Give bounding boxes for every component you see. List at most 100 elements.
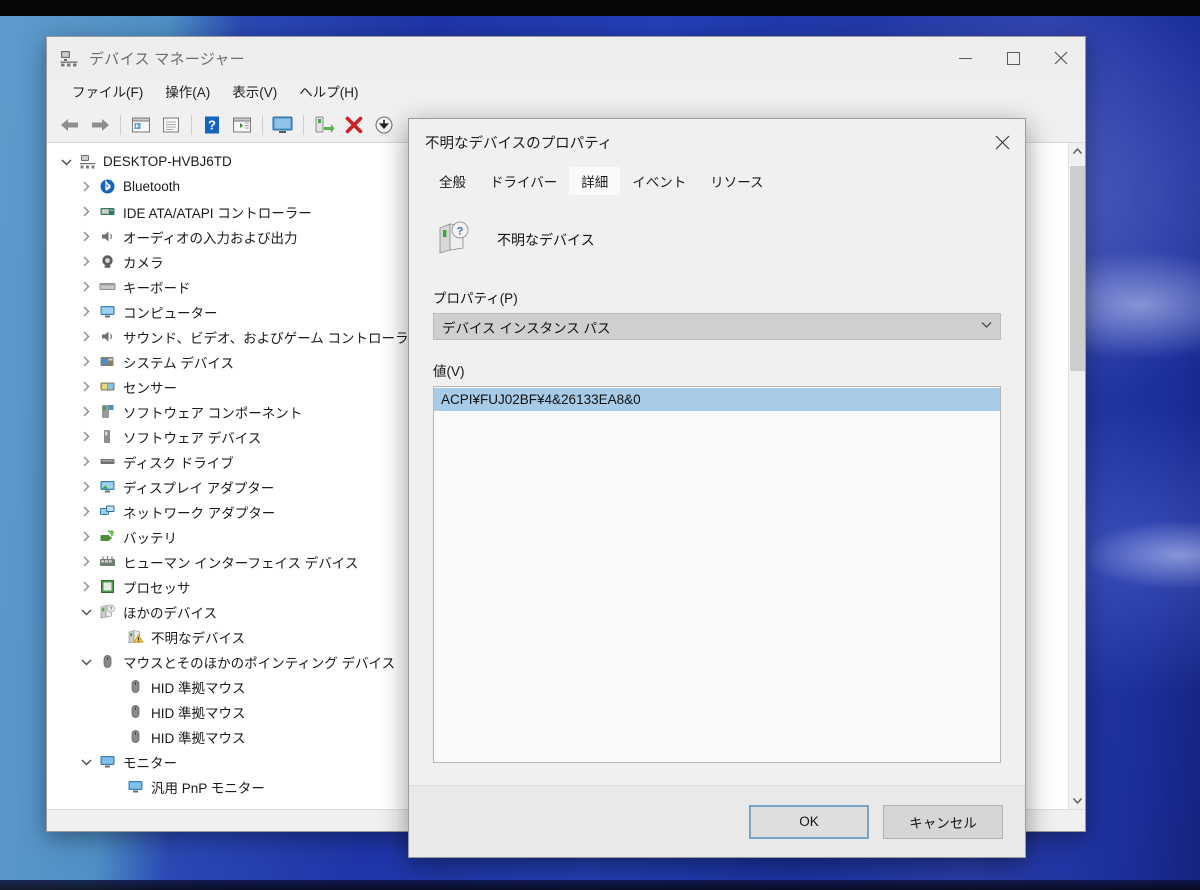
chevron-right-icon[interactable] — [75, 206, 97, 217]
tree-item-label: HID 準拠マウス — [151, 680, 246, 696]
audio-icon — [97, 228, 117, 245]
computer-icon — [97, 303, 117, 320]
help-icon[interactable]: ? — [197, 110, 227, 140]
chevron-right-icon[interactable] — [75, 581, 97, 592]
scroll-up-icon[interactable] — [1069, 143, 1086, 160]
window-title: デバイス マネージャー — [89, 50, 245, 68]
back-arrow-icon[interactable] — [55, 110, 85, 140]
chevron-right-icon[interactable] — [75, 456, 97, 467]
audio-icon — [97, 328, 117, 345]
dialog-titlebar[interactable]: 不明なデバイスのプロパティ — [409, 119, 1025, 165]
monitor-icon — [97, 753, 117, 770]
chevron-down-icon[interactable] — [55, 158, 77, 166]
value-label: 値(V) — [433, 364, 465, 379]
tab-general[interactable]: 全般 — [427, 167, 478, 195]
processor-icon — [97, 578, 117, 595]
system-devices-icon — [97, 353, 117, 370]
uninstall-device-icon[interactable] — [339, 110, 369, 140]
chevron-right-icon[interactable] — [75, 506, 97, 517]
tab-resources[interactable]: リソース — [698, 167, 775, 195]
tree-item-label: HID 準拠マウス — [151, 705, 246, 721]
tree-item-label: ソフトウェア コンポーネント — [123, 405, 303, 421]
mouse-icon — [125, 703, 145, 720]
software-component-icon — [97, 403, 117, 420]
camera-icon — [97, 253, 117, 270]
maximize-button[interactable] — [989, 37, 1037, 79]
chevron-right-icon[interactable] — [75, 256, 97, 267]
scroll-down-icon[interactable] — [1069, 792, 1086, 809]
device-manager-titlebar[interactable]: デバイス マネージャー — [47, 37, 1085, 79]
menu-view[interactable]: 表示(V) — [221, 79, 288, 107]
chevron-right-icon[interactable] — [75, 381, 97, 392]
svg-text:?: ? — [109, 607, 112, 613]
chevron-right-icon[interactable] — [75, 481, 97, 492]
unknown-device-icon: ? — [433, 218, 473, 263]
scan-hardware-changes-icon[interactable] — [369, 110, 399, 140]
chevron-right-icon[interactable] — [75, 231, 97, 242]
forward-arrow-icon[interactable] — [85, 110, 115, 140]
property-label: プロパティ(P) — [433, 291, 518, 306]
monitor-icon — [125, 778, 145, 795]
sensor-icon — [97, 378, 117, 395]
svg-text:?: ? — [457, 225, 464, 237]
chevron-right-icon[interactable] — [75, 356, 97, 367]
scrollbar-thumb[interactable] — [1069, 166, 1085, 371]
device-name: 不明なデバイス — [497, 232, 595, 248]
close-button[interactable] — [1037, 37, 1085, 79]
toolbar-separator — [303, 114, 304, 135]
chevron-down-icon — [981, 321, 992, 332]
unknown-device-warning-icon — [125, 628, 145, 645]
property-select[interactable]: デバイス インスタンス パス — [433, 313, 1001, 340]
value-list-item[interactable]: ACPI¥FUJ02BF¥4&26133EA8&0 — [434, 388, 1000, 411]
tree-item-label: IDE ATA/ATAPI コントローラー — [123, 205, 312, 221]
minimize-button[interactable] — [941, 37, 989, 79]
dialog-button-bar: OK キャンセル — [409, 785, 1025, 857]
menu-file[interactable]: ファイル(F) — [61, 79, 154, 107]
chevron-right-icon[interactable] — [75, 431, 97, 442]
chevron-down-icon[interactable] — [75, 658, 97, 666]
tab-details[interactable]: 詳細 — [569, 167, 621, 195]
tree-item-label: Bluetooth — [123, 179, 181, 194]
value-listbox[interactable]: ACPI¥FUJ02BF¥4&26133EA8&0 — [433, 386, 1001, 763]
dialog-tabstrip: 全般 ドライバー 詳細 イベント リソース — [409, 165, 1025, 195]
chevron-right-icon[interactable] — [75, 331, 97, 342]
dialog-close-button[interactable] — [979, 119, 1025, 165]
chevron-right-icon[interactable] — [75, 406, 97, 417]
tree-item-label: オーディオの入力および出力 — [123, 230, 298, 246]
dialog-title: 不明なデバイスのプロパティ — [425, 135, 613, 152]
chevron-down-icon[interactable] — [75, 758, 97, 766]
tree-scrollbar[interactable] — [1068, 143, 1085, 809]
tab-driver[interactable]: ドライバー — [478, 167, 569, 195]
update-driver-icon[interactable] — [268, 110, 298, 140]
software-device-icon — [97, 428, 117, 445]
scan-list-icon[interactable] — [156, 110, 186, 140]
tree-item-label: プロセッサ — [123, 580, 191, 596]
chevron-right-icon[interactable] — [75, 306, 97, 317]
scrollbar-track[interactable] — [1069, 160, 1086, 792]
chevron-right-icon[interactable] — [75, 181, 97, 192]
ide-controller-icon — [97, 203, 117, 220]
ok-button[interactable]: OK — [749, 804, 869, 839]
tree-item-label: マウスとそのほかのポインティング デバイス — [123, 655, 396, 671]
tree-item-label: 汎用 PnP モニター — [151, 780, 265, 796]
chevron-right-icon[interactable] — [75, 556, 97, 567]
svg-text:?: ? — [208, 117, 216, 132]
tree-item-label: サウンド、ビデオ、およびゲーム コントローラー — [123, 330, 422, 346]
window-controls — [941, 37, 1085, 79]
chevron-down-icon[interactable] — [75, 608, 97, 616]
menu-help[interactable]: ヘルプ(H) — [288, 79, 369, 107]
show-hidden-devices-icon[interactable] — [227, 110, 257, 140]
menu-bar: ファイル(F) 操作(A) 表示(V) ヘルプ(H) — [47, 79, 1085, 107]
cancel-button[interactable]: キャンセル — [883, 804, 1003, 839]
tree-item-label: ディスク ドライブ — [123, 455, 234, 471]
menu-action[interactable]: 操作(A) — [154, 79, 221, 107]
properties-icon[interactable] — [126, 110, 156, 140]
mouse-icon — [125, 728, 145, 745]
tab-events[interactable]: イベント — [620, 167, 698, 195]
install-legacy-hardware-icon[interactable] — [309, 110, 339, 140]
details-tab-page: ? 不明なデバイス プロパティ(P) デバイス インスタンス パス 値(V) A… — [409, 195, 1025, 785]
chevron-right-icon[interactable] — [75, 531, 97, 542]
tree-item-label: バッテリ — [123, 530, 177, 546]
chevron-right-icon[interactable] — [75, 281, 97, 292]
keyboard-icon — [97, 278, 117, 295]
